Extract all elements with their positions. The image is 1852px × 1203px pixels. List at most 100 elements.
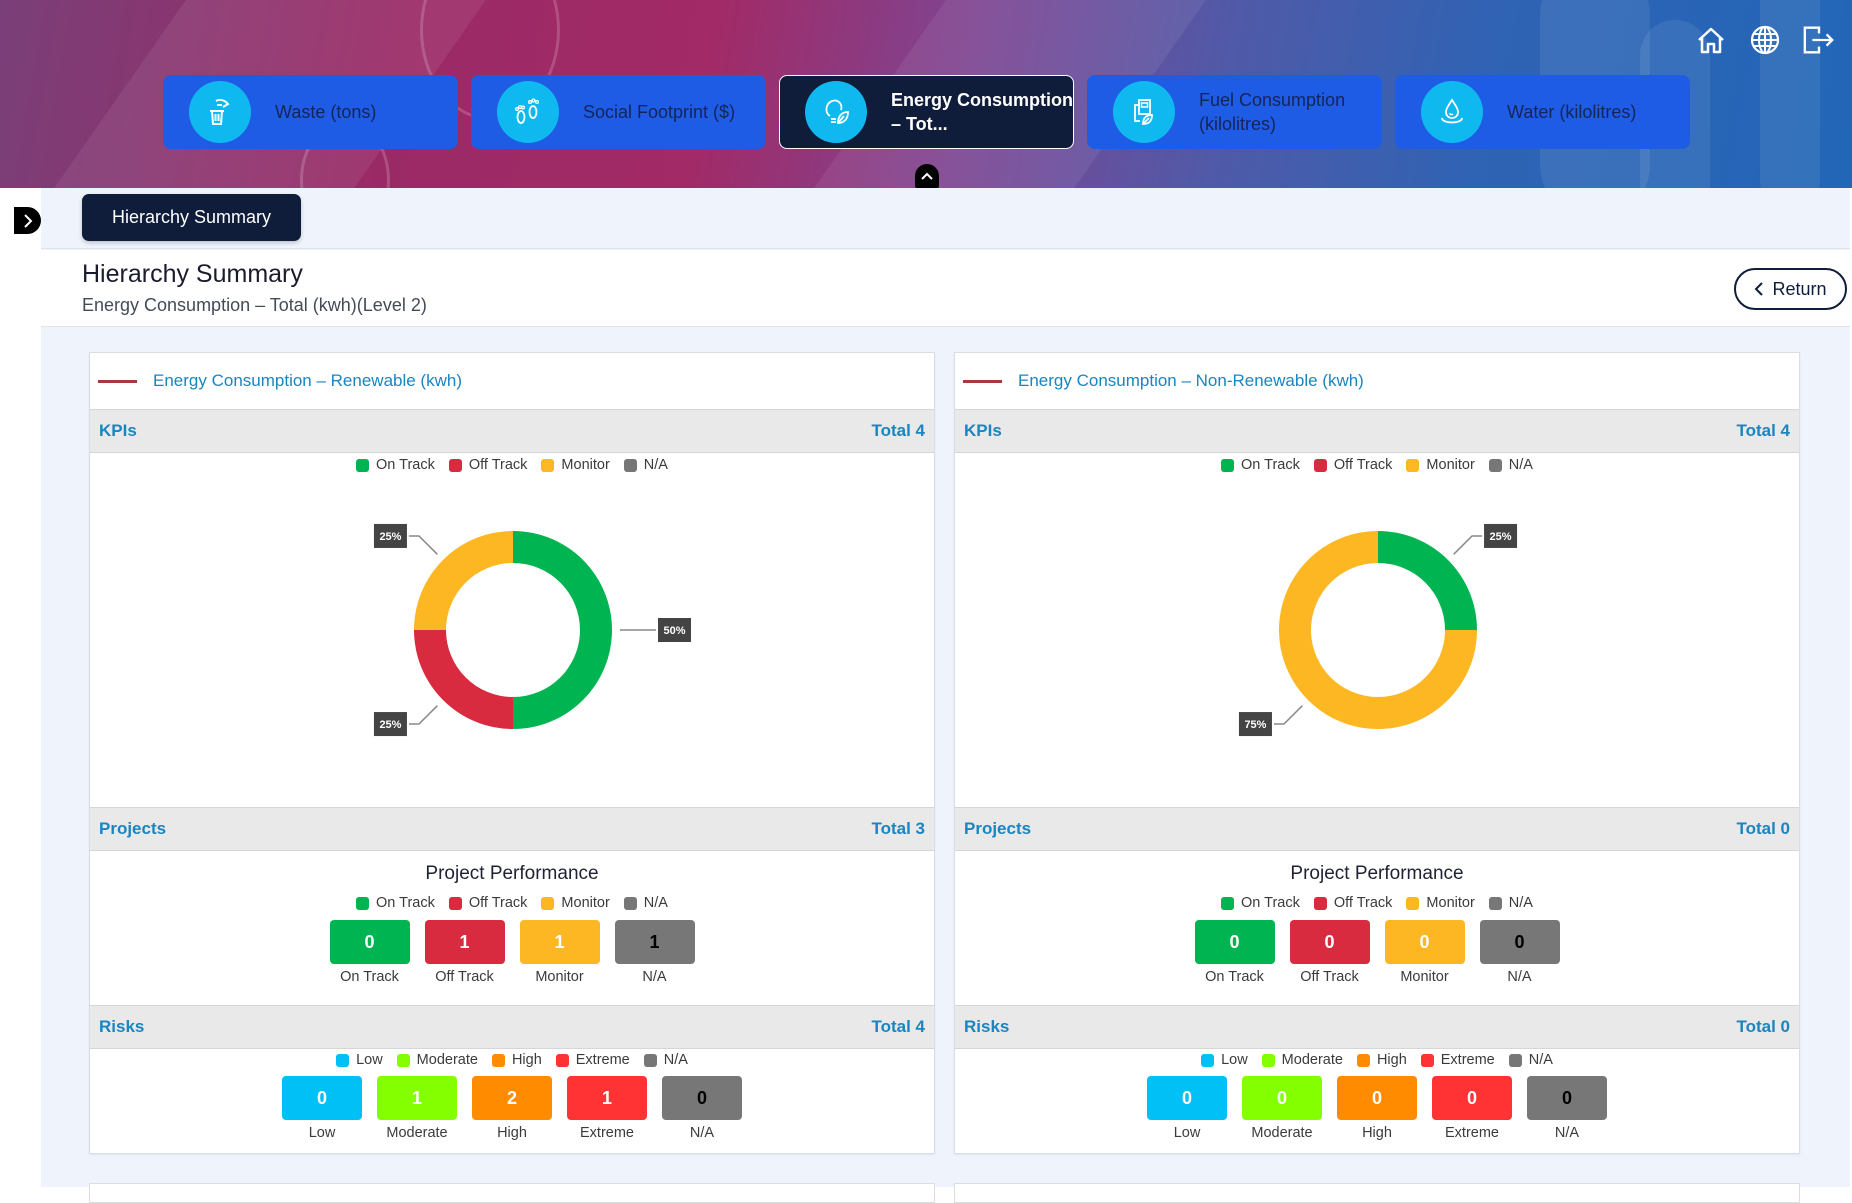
legend-swatch xyxy=(1406,458,1420,472)
panel-title[interactable]: Energy Consumption – Non-Renewable (kwh) xyxy=(1018,371,1364,391)
project-status-boxes: 0 On Track 0 Off Track 0 Monitor 0 N/A xyxy=(955,920,1799,985)
project-count-monitor[interactable]: 0 xyxy=(1384,920,1465,964)
project-count-monitor[interactable]: 1 xyxy=(519,920,600,964)
box-caption: N/A xyxy=(1507,969,1532,985)
legend-item-high: High xyxy=(1356,1052,1407,1068)
legend-swatch xyxy=(541,458,555,472)
risk-count-extreme[interactable]: 1 xyxy=(567,1076,647,1120)
legend-swatch xyxy=(491,1053,505,1067)
project-box-on-track: 0 On Track xyxy=(329,920,410,985)
box-caption: N/A xyxy=(1554,1125,1580,1141)
page-subtitle: Energy Consumption – Total (kwh)(Level 2… xyxy=(82,295,427,315)
box-caption: On Track xyxy=(340,969,399,985)
project-performance: Project Performance On Track Off Track M… xyxy=(955,851,1799,1005)
kpis-label: KPIs xyxy=(99,421,137,440)
project-count-na[interactable]: 1 xyxy=(614,920,695,964)
risk-box-moderate: 0 Moderate xyxy=(1242,1076,1322,1141)
project-count-off-track[interactable]: 0 xyxy=(1289,920,1370,964)
risk-count-moderate[interactable]: 1 xyxy=(377,1076,457,1120)
legend-swatch xyxy=(1201,1053,1215,1067)
project-count-off-track[interactable]: 1 xyxy=(424,920,505,964)
legend-item-na[interactable]: N/A xyxy=(1488,457,1533,473)
series-line-marker xyxy=(98,379,137,383)
label-leader-line xyxy=(1273,705,1303,725)
legend-item-monitor: Monitor xyxy=(1406,895,1475,911)
label-leader-line xyxy=(1453,535,1483,555)
sidebar-toggle-button[interactable] xyxy=(14,207,41,234)
donut-svg: 50% 25% 25% xyxy=(373,523,691,737)
legend-item-monitor[interactable]: Monitor xyxy=(1406,457,1475,473)
box-caption: N/A xyxy=(689,1125,715,1141)
legend-item-na: N/A xyxy=(1488,895,1533,911)
sub-navigation: Hierarchy Summary xyxy=(41,188,1850,249)
logout-icon[interactable] xyxy=(1802,24,1836,56)
donut-slice-on-track[interactable] xyxy=(513,531,612,729)
legend-swatch xyxy=(356,896,370,910)
risk-count-na[interactable]: 0 xyxy=(1527,1076,1607,1120)
legend-item-off-track[interactable]: Off Track xyxy=(1313,457,1392,473)
energy-bulb-icon xyxy=(805,81,867,143)
page-header: Hierarchy Summary Energy Consumption – T… xyxy=(41,250,1850,327)
risk-count-low[interactable]: 0 xyxy=(282,1076,362,1120)
panel-non-renewable: Energy Consumption – Non-Renewable (kwh)… xyxy=(954,352,1800,1154)
hierarchy-summary-button[interactable]: Hierarchy Summary xyxy=(82,194,301,241)
box-caption: Monitor xyxy=(535,969,584,985)
project-performance: Project Performance On Track Off Track M… xyxy=(90,851,934,1005)
risk-count-high[interactable]: 0 xyxy=(1337,1076,1417,1120)
legend-label: Monitor xyxy=(1426,457,1475,473)
legend-swatch xyxy=(1488,458,1502,472)
project-performance-title: Project Performance xyxy=(1290,863,1464,884)
legend-item-on-track: On Track xyxy=(1221,895,1300,911)
risk-box-extreme: 0 Extreme xyxy=(1432,1076,1512,1141)
globe-icon[interactable] xyxy=(1748,24,1782,56)
legend-item-on-track[interactable]: On Track xyxy=(356,457,435,473)
tab-waste[interactable]: Waste (tons) xyxy=(163,75,458,149)
data-label: 25% xyxy=(1490,531,1512,543)
box-caption: Off Track xyxy=(435,969,494,985)
risk-box-high: 2 High xyxy=(472,1076,552,1141)
legend-item-off-track[interactable]: Off Track xyxy=(448,457,527,473)
legend-label: Low xyxy=(356,1052,383,1068)
risk-count-high[interactable]: 2 xyxy=(472,1076,552,1120)
tab-energy-consumption[interactable]: Energy Consumption – Tot... xyxy=(779,75,1074,149)
legend-item-na[interactable]: N/A xyxy=(623,457,668,473)
project-count-on-track[interactable]: 0 xyxy=(329,920,410,964)
legend-swatch xyxy=(336,1053,350,1067)
legend-label: On Track xyxy=(376,895,435,911)
risk-status-boxes: 0 Low 0 Moderate 0 High 0 Extreme 0 N/A xyxy=(955,1076,1799,1141)
risk-count-extreme[interactable]: 0 xyxy=(1432,1076,1512,1120)
project-count-na[interactable]: 0 xyxy=(1479,920,1560,964)
return-button[interactable]: Return xyxy=(1734,268,1847,310)
legend-swatch xyxy=(1488,896,1502,910)
risk-count-moderate[interactable]: 0 xyxy=(1242,1076,1322,1120)
risks-total: Total 0 xyxy=(1736,1017,1790,1036)
tab-social-footprint[interactable]: Social Footprint ($) xyxy=(471,75,766,149)
legend-swatch xyxy=(396,1053,410,1067)
risk-count-na[interactable]: 0 xyxy=(662,1076,742,1120)
donut-svg: 25% 75% xyxy=(1238,523,1518,737)
data-label: 50% xyxy=(663,625,685,637)
legend-swatch xyxy=(448,896,462,910)
legend-item-low: Low xyxy=(336,1052,383,1068)
legend-item-monitor[interactable]: Monitor xyxy=(541,457,610,473)
box-caption: High xyxy=(497,1125,527,1141)
tab-label: Energy Consumption – Tot... xyxy=(891,90,1074,134)
risk-box-low: 0 Low xyxy=(282,1076,362,1141)
data-label: 25% xyxy=(379,719,401,731)
tab-water[interactable]: Water (kilolitres) xyxy=(1395,75,1690,149)
risks-section-header: Risks Total 4 xyxy=(90,1005,934,1049)
tab-fuel-consumption[interactable]: Fuel Consumption (kilolitres) xyxy=(1087,75,1382,149)
chevron-up-icon xyxy=(921,172,933,180)
project-count-on-track[interactable]: 0 xyxy=(1194,920,1275,964)
panel-title[interactable]: Energy Consumption – Renewable (kwh) xyxy=(153,371,462,391)
risks-label: Risks xyxy=(99,1017,145,1036)
risk-count-low[interactable]: 0 xyxy=(1147,1076,1227,1120)
tab-label: Fuel Consumption (kilolitres) xyxy=(1199,90,1346,134)
kpi-donut-chart: 25% 75% On Track Off Track Monitor N/A xyxy=(955,453,1799,807)
legend-item-on-track[interactable]: On Track xyxy=(1221,457,1300,473)
home-icon[interactable] xyxy=(1694,24,1728,56)
kpis-total: Total 4 xyxy=(1736,421,1790,440)
collapse-header-button[interactable] xyxy=(915,164,939,188)
box-caption: Moderate xyxy=(1251,1125,1313,1141)
risk-legend: Low Moderate High Extreme N/A xyxy=(955,1052,1799,1068)
